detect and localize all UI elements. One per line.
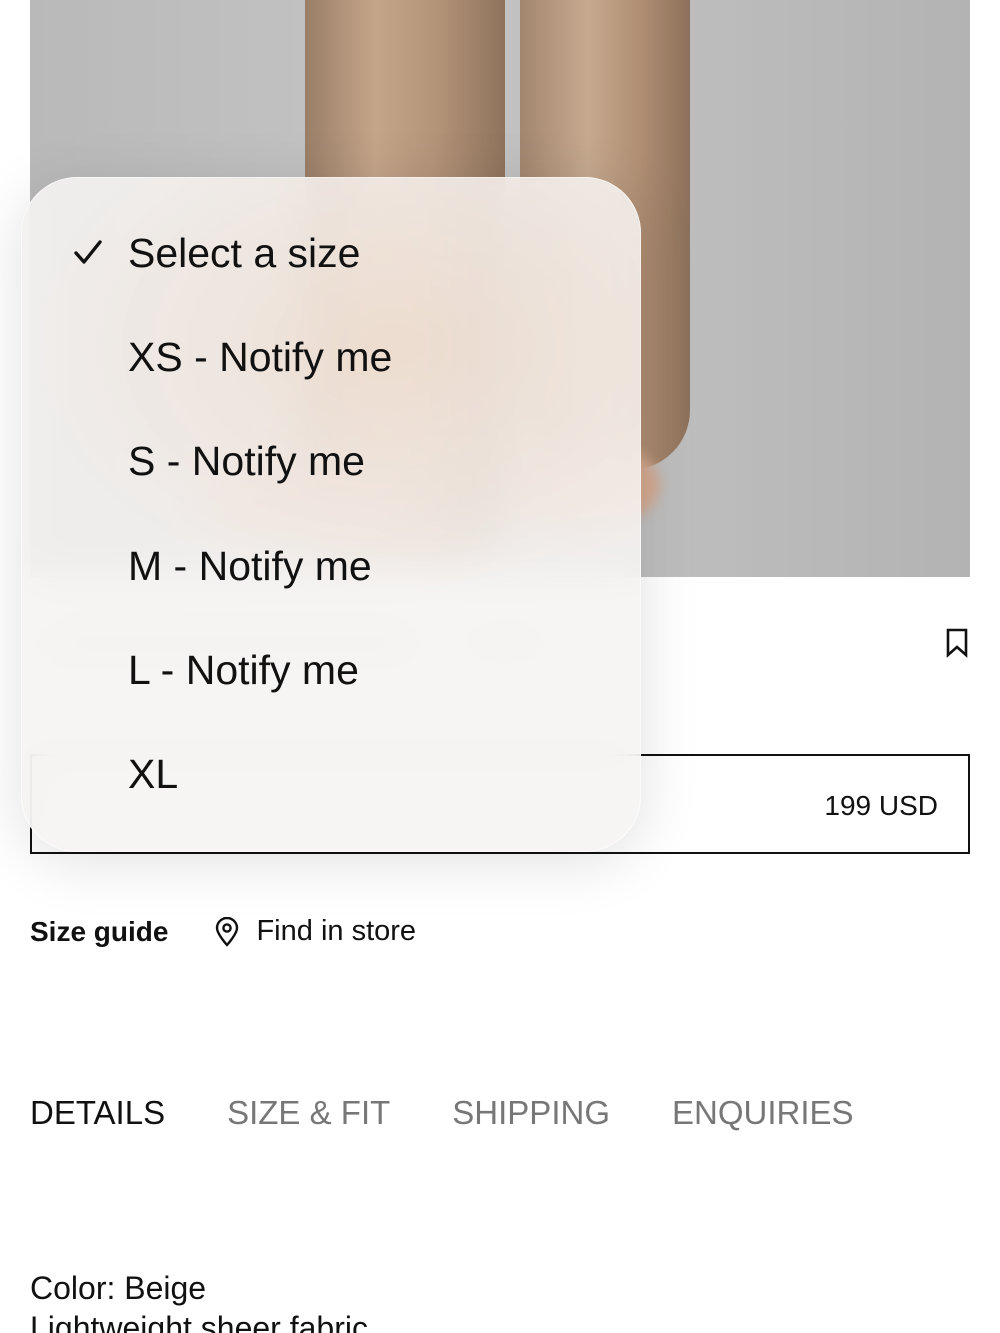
size-option-label: M - Notify me	[128, 542, 372, 589]
size-option-label: S - Notify me	[128, 437, 365, 484]
details-color: Color: Beige	[30, 1270, 207, 1306]
product-page: 199 USD Size guide Find in store DETAILS…	[0, 0, 1000, 1333]
size-option-label: Select a size	[128, 229, 361, 276]
size-option-label: XS - Notify me	[128, 333, 393, 380]
size-dropdown-menu: Select a size XS - Notify me S - Notify …	[21, 177, 641, 852]
location-pin-icon	[216, 916, 239, 947]
size-option-label: L - Notify me	[128, 646, 359, 693]
bookmark-icon[interactable]	[945, 628, 969, 658]
check-icon	[74, 240, 102, 264]
size-option-xs[interactable]: XS - Notify me	[21, 305, 641, 409]
bag-price: 199 USD	[824, 790, 938, 821]
product-info-tabs: DETAILS SIZE & FIT SHIPPING ENQUIRIES	[30, 1094, 916, 1132]
tab-size-fit[interactable]: SIZE & FIT	[227, 1094, 390, 1132]
size-option-select[interactable]: Select a size	[21, 201, 641, 305]
size-option-xl[interactable]: XL	[21, 722, 641, 826]
find-in-store-link[interactable]: Find in store	[214, 915, 416, 948]
tab-shipping[interactable]: SHIPPING	[452, 1094, 610, 1132]
size-guide-link[interactable]: Size guide	[30, 916, 168, 948]
product-details: Color: Beige Lightweight sheer fabric	[30, 1268, 368, 1333]
size-option-l[interactable]: L - Notify me	[21, 618, 641, 722]
tab-details[interactable]: DETAILS	[30, 1094, 165, 1132]
find-in-store-label: Find in store	[256, 915, 417, 947]
size-option-m[interactable]: M - Notify me	[21, 514, 641, 618]
details-fabric: Lightweight sheer fabric	[30, 1310, 368, 1333]
size-option-s[interactable]: S - Notify me	[21, 409, 641, 513]
size-option-label: XL	[128, 750, 179, 797]
tab-enquiries[interactable]: ENQUIRIES	[672, 1094, 854, 1132]
product-links-row: Size guide Find in store	[30, 915, 416, 948]
